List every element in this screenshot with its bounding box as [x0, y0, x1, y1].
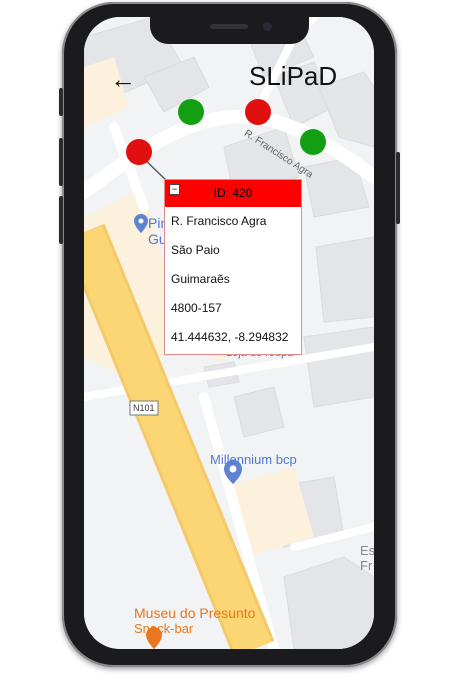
popup-city: Guimaraẽs	[171, 272, 230, 286]
museum-sub-label: Snack-bar	[134, 621, 194, 636]
popup-id-label: ID: 420	[213, 186, 253, 200]
volume-down-button	[59, 196, 63, 244]
road-number-label: N101	[133, 403, 155, 413]
app-screen: R. Francisco Agra Pin Gu Loja de roupa N…	[84, 17, 374, 649]
front-camera	[263, 22, 272, 31]
museum-label: Museu do Presunto	[134, 605, 256, 621]
marker-info-popup: − ID: 420 R. Francisco Agra São Paio Gui…	[164, 179, 302, 355]
edge-label: Es	[360, 543, 374, 558]
mute-switch	[59, 88, 63, 116]
map-marker-green[interactable]	[178, 99, 204, 125]
bank-label: Millennium bcp	[210, 452, 297, 467]
volume-up-button	[59, 138, 63, 186]
popup-header: − ID: 420	[165, 180, 301, 207]
map-marker-red-selected[interactable]	[126, 139, 152, 165]
popup-parish: São Paio	[171, 243, 220, 257]
map-marker-green[interactable]	[300, 129, 326, 155]
popup-postal-code: 4800-157	[171, 301, 222, 315]
power-button	[396, 152, 400, 224]
map-marker-red[interactable]	[245, 99, 271, 125]
minimize-icon[interactable]: −	[169, 184, 180, 195]
back-arrow-icon[interactable]: ←	[110, 66, 136, 92]
popup-street: R. Francisco Agra	[171, 214, 267, 228]
app-title: SLiPaD	[249, 61, 338, 91]
edge-label-2: Fr	[360, 558, 373, 573]
notch	[150, 16, 309, 44]
speaker	[210, 24, 248, 29]
popup-coordinates: 41.444632, -8.294832	[171, 330, 289, 344]
